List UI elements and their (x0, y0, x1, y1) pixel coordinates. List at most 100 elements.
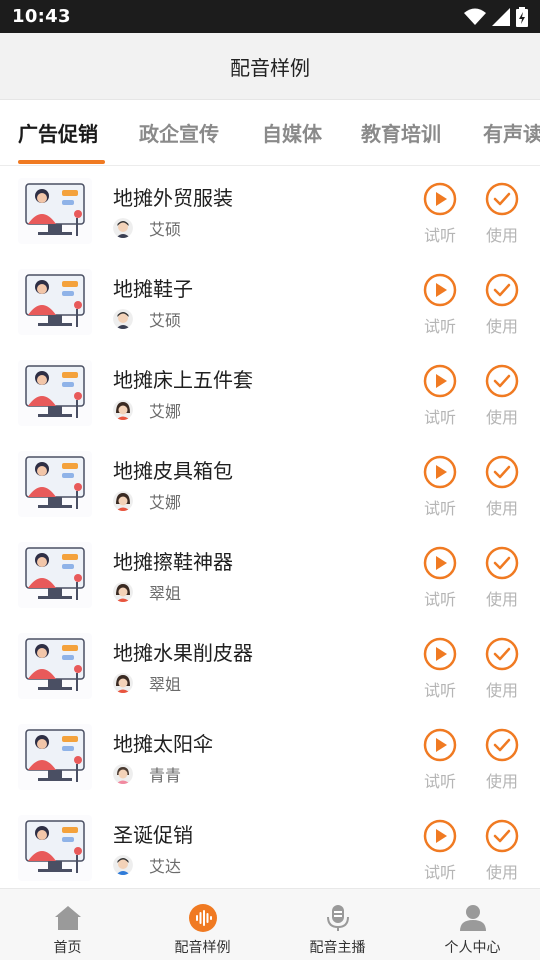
listen-button[interactable]: 试听 (420, 455, 460, 519)
listen-label: 试听 (423, 863, 456, 882)
use-button[interactable]: 使用 (482, 728, 522, 792)
nav-profile[interactable]: 个人中心 (405, 889, 540, 960)
sample-title: 地摊皮具箱包 (113, 459, 233, 483)
sample-list: 地摊外贸服装 艾硕 试听 使用 地摊鞋子 艾硕 试听 使用 地摊床上五件套 艾娜… (0, 166, 540, 888)
nav-anchors-label: 配音主播 (309, 940, 366, 956)
use-label: 使用 (485, 772, 518, 791)
use-button[interactable]: 使用 (482, 273, 522, 337)
play-icon (423, 182, 457, 216)
list-item[interactable]: 地摊太阳伞 青青 试听 使用 (0, 712, 540, 803)
nav-samples-label: 配音样例 (174, 940, 231, 956)
speaker-avatar (113, 309, 133, 329)
sample-title: 地摊擦鞋神器 (113, 550, 233, 574)
use-label: 使用 (485, 590, 518, 609)
use-button[interactable]: 使用 (482, 546, 522, 610)
tab-education[interactable]: 教育培训 (361, 118, 441, 164)
use-label: 使用 (485, 499, 518, 518)
use-button[interactable]: 使用 (482, 819, 522, 883)
list-item[interactable]: 地摊水果削皮器 翠姐 试听 使用 (0, 621, 540, 712)
tab-audiobook[interactable]: 有声读 (483, 118, 540, 164)
play-icon (423, 546, 457, 580)
battery-icon (516, 6, 528, 27)
listen-label: 试听 (423, 226, 456, 245)
list-item[interactable]: 地摊外贸服装 艾硕 试听 使用 (0, 166, 540, 257)
tab-active-indicator (18, 160, 105, 164)
sample-title: 地摊鞋子 (113, 277, 193, 301)
speaker-avatar (113, 491, 133, 511)
tab-self-media[interactable]: 自媒体 (262, 118, 322, 164)
check-circle-icon (485, 637, 519, 671)
list-item[interactable]: 地摊鞋子 艾硕 试听 使用 (0, 257, 540, 348)
listen-label: 试听 (423, 590, 456, 609)
nav-home[interactable]: 首页 (0, 889, 135, 960)
status-time: 10:43 (12, 6, 71, 27)
listen-button[interactable]: 试听 (420, 364, 460, 428)
list-item[interactable]: 圣诞促销 艾达 试听 使用 (0, 803, 540, 888)
category-tabs: 广告促销 政企宣传 自媒体 教育培训 有声读 (0, 100, 540, 166)
wifi-icon (464, 8, 486, 25)
listen-button[interactable]: 试听 (420, 546, 460, 610)
play-icon (423, 819, 457, 853)
speaker-avatar (113, 855, 133, 875)
app-header: 配音样例 (0, 33, 540, 100)
list-item[interactable]: 地摊皮具箱包 艾娜 试听 使用 (0, 439, 540, 530)
sample-title: 地摊外贸服装 (113, 186, 233, 210)
speaker-avatar (113, 218, 133, 238)
thumbnail-illustration (18, 815, 92, 881)
use-label: 使用 (485, 226, 518, 245)
listen-button[interactable]: 试听 (420, 182, 460, 246)
speaker-name: 翠姐 (149, 675, 182, 694)
speaker-avatar (113, 764, 133, 784)
tab-ad-promo[interactable]: 广告促销 (18, 118, 98, 164)
person-icon (458, 903, 488, 933)
speaker-avatar (113, 673, 133, 693)
list-item[interactable]: 地摊床上五件套 艾娜 试听 使用 (0, 348, 540, 439)
speaker-name: 艾硕 (149, 311, 182, 330)
home-icon (53, 903, 83, 933)
signal-icon (492, 7, 510, 26)
listen-button[interactable]: 试听 (420, 728, 460, 792)
play-icon (423, 455, 457, 489)
status-bar: 10:43 (0, 0, 540, 33)
sample-title: 地摊水果削皮器 (113, 641, 253, 665)
sample-title: 地摊太阳伞 (113, 732, 213, 756)
check-circle-icon (485, 546, 519, 580)
listen-label: 试听 (423, 681, 456, 700)
list-item[interactable]: 地摊擦鞋神器 翠姐 试听 使用 (0, 530, 540, 621)
anchor-mic-icon (323, 903, 353, 933)
check-circle-icon (485, 364, 519, 398)
page-title: 配音样例 (230, 55, 310, 80)
use-button[interactable]: 使用 (482, 637, 522, 701)
nav-home-label: 首页 (53, 940, 82, 956)
thumbnail-illustration (18, 269, 92, 335)
check-circle-icon (485, 182, 519, 216)
check-circle-icon (485, 273, 519, 307)
listen-button[interactable]: 试听 (420, 637, 460, 701)
use-label: 使用 (485, 681, 518, 700)
status-icons (464, 6, 528, 27)
speaker-name: 青青 (149, 766, 182, 785)
speaker-avatar (113, 400, 133, 420)
nav-samples[interactable]: 配音样例 (135, 889, 270, 960)
use-button[interactable]: 使用 (482, 182, 522, 246)
listen-button[interactable]: 试听 (420, 819, 460, 883)
use-button[interactable]: 使用 (482, 364, 522, 428)
nav-profile-label: 个人中心 (444, 940, 501, 956)
tab-gov-enterprise[interactable]: 政企宣传 (139, 118, 219, 164)
listen-label: 试听 (423, 772, 456, 791)
use-label: 使用 (485, 317, 518, 336)
thumbnail-illustration (18, 360, 92, 426)
sample-title: 地摊床上五件套 (113, 368, 253, 392)
thumbnail-illustration (18, 633, 92, 699)
nav-anchors[interactable]: 配音主播 (270, 889, 405, 960)
use-label: 使用 (485, 408, 518, 427)
use-label: 使用 (485, 863, 518, 882)
thumbnail-illustration (18, 178, 92, 244)
soundwave-icon (188, 903, 218, 933)
thumbnail-illustration (18, 724, 92, 790)
use-button[interactable]: 使用 (482, 455, 522, 519)
check-circle-icon (485, 455, 519, 489)
listen-button[interactable]: 试听 (420, 273, 460, 337)
speaker-name: 艾娜 (149, 493, 182, 512)
sample-title: 圣诞促销 (113, 823, 193, 847)
